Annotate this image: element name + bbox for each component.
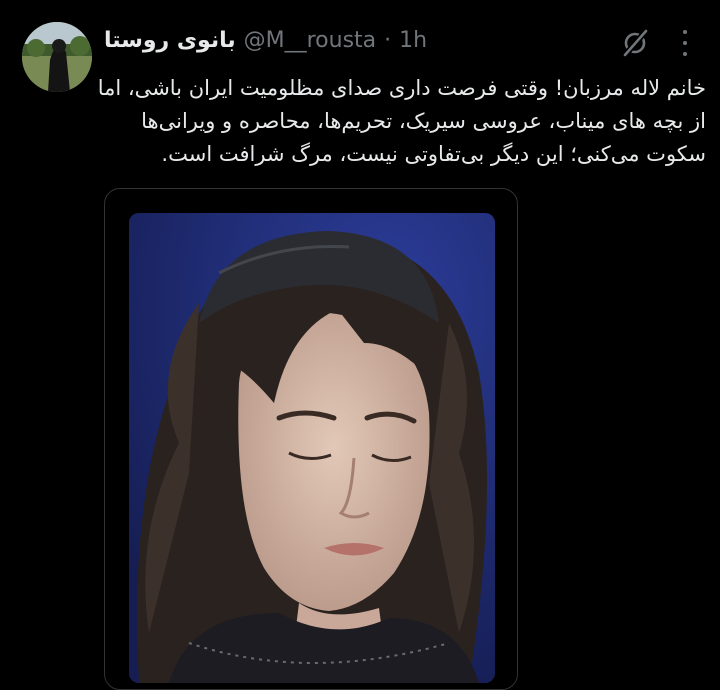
user-handle[interactable]: @M__rousta [244, 28, 377, 53]
tweet-text-line: از بچه های میناب، عروسی سیریک، تحریم‌ها،… [141, 109, 706, 133]
more-dot [683, 52, 687, 56]
tweet-header: بانوی روستا @M__rousta · 1h [104, 24, 427, 56]
grok-icon[interactable] [620, 28, 650, 58]
avatar[interactable] [22, 22, 92, 92]
media-card[interactable] [104, 188, 518, 690]
more-icon[interactable] [672, 30, 698, 56]
video-frame [129, 213, 495, 683]
more-dot [683, 41, 687, 45]
tweet[interactable]: بانوی روستا @M__rousta · 1h خانم لاله مر… [0, 0, 720, 690]
tweet-text-line: خانم لاله مرزبان! وقتی فرصت داری صدای مظ… [97, 76, 706, 100]
separator-dot: · [384, 27, 392, 53]
display-name[interactable]: بانوی روستا [104, 28, 236, 53]
video-player[interactable] [129, 213, 495, 683]
timestamp[interactable]: 1h [399, 28, 427, 53]
tweet-text: خانم لاله مرزبان! وقتی فرصت داری صدای مظ… [97, 72, 706, 171]
avatar-image [22, 22, 92, 92]
more-dot [683, 30, 687, 34]
tweet-text-line: سکوت می‌کنی؛ این دیگر بی‌تفاوتی نیست، مر… [161, 142, 706, 166]
